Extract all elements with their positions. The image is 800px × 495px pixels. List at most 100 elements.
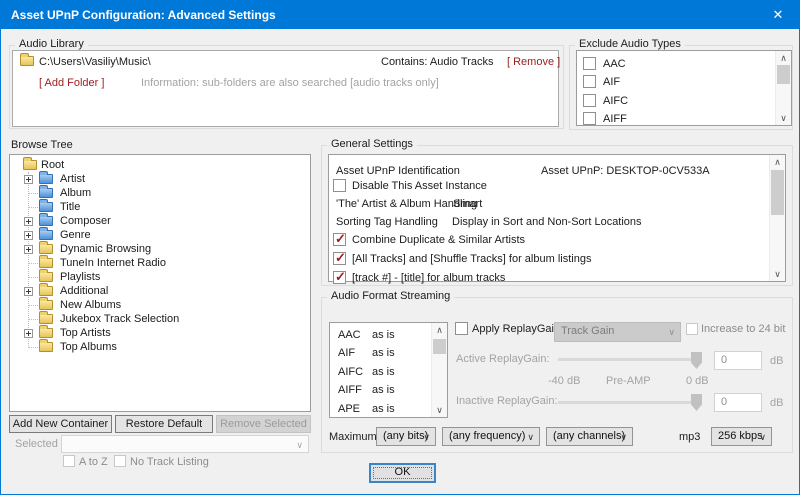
library-path[interactable]: C:\Users\Vasiliy\Music\ <box>39 55 151 69</box>
exclude-checkbox-aac[interactable] <box>583 57 596 70</box>
general-settings-legend: General Settings <box>327 138 417 150</box>
format-mode: as is <box>372 347 395 359</box>
sorting-value[interactable]: Display in Sort and Non-Sort Locations <box>452 215 642 229</box>
apply-replaygain-checkbox[interactable] <box>455 322 468 335</box>
scroll-up-icon[interactable]: ∧ <box>776 51 791 65</box>
add-new-container-button[interactable]: Add New Container <box>9 415 112 433</box>
format-name[interactable]: APE <box>338 402 360 416</box>
remove-link[interactable]: [ Remove ] <box>507 55 560 69</box>
format-name[interactable]: AIFF <box>338 383 362 397</box>
a-to-z-checkbox[interactable] <box>63 455 75 467</box>
increase-24bit-label: Increase to 24 bit <box>701 323 786 335</box>
exclude-checkbox-aifc[interactable] <box>583 94 596 107</box>
sorting-label: Sorting Tag Handling <box>336 216 438 228</box>
tree-connector-line <box>28 172 29 348</box>
exclude-item-label: AIFC <box>603 95 629 107</box>
mp3-label: mp3 <box>679 431 701 443</box>
library-contains: Contains: Audio Tracks <box>381 56 494 68</box>
tree-stub-line <box>28 193 38 194</box>
general-settings-scrollbar[interactable]: ∧ ∨ <box>769 155 785 281</box>
exclude-scrollbar[interactable]: ∧ ∨ <box>775 51 791 125</box>
combine-artists-label: Combine Duplicate & Similar Artists <box>352 234 526 246</box>
active-replaygain-value[interactable]: 0 <box>714 351 762 370</box>
folder-icon <box>39 269 53 282</box>
tree-stub-line <box>28 207 38 208</box>
browse-tree: Root Artist Album Title Composer Genre D… <box>9 154 311 412</box>
format-name[interactable]: AIFC <box>338 365 363 379</box>
inactive-replaygain-slider[interactable] <box>558 401 702 404</box>
max-bits-combobox[interactable]: (any bits) <box>376 427 436 446</box>
tree-item-label: Jukebox Track Selection <box>60 313 180 325</box>
expand-plus-icon[interactable] <box>24 231 33 240</box>
active-db-unit: dB <box>770 355 784 367</box>
folder-icon <box>39 227 53 240</box>
tree-item-label: Playlists <box>60 271 101 283</box>
tree-item-label: Artist <box>60 173 86 185</box>
no-track-listing-label: No Track Listing <box>130 456 209 468</box>
add-folder-link[interactable]: [ Add Folder ] <box>39 76 104 90</box>
inactive-db-unit: dB <box>770 397 784 409</box>
tree-item-label: Additional <box>60 285 109 297</box>
general-settings-panel: Asset UPnP Identification Asset UPnP: DE… <box>328 154 786 285</box>
scroll-down-icon[interactable]: ∨ <box>776 111 791 125</box>
ok-button[interactable]: OK <box>369 463 436 483</box>
restore-default-button[interactable]: Restore Default <box>115 415 213 433</box>
title-bar: Asset UPnP Configuration: Advanced Setti… <box>1 1 799 29</box>
all-tracks-checkbox[interactable] <box>333 250 346 266</box>
gain-mode-combobox[interactable]: Track Gain <box>554 322 681 342</box>
exclude-checkbox-aiff[interactable] <box>583 112 596 125</box>
audio-format-streaming-legend: Audio Format Streaming <box>327 290 455 302</box>
format-name[interactable]: AIF <box>338 346 355 360</box>
mp3-bitrate-combobox[interactable]: 256 kbps <box>711 427 772 446</box>
format-list: AAC as is AIF as is AIFC as is AIFF as i… <box>329 322 448 418</box>
all-tracks-label: [All Tracks] and [Shuffle Tracks] for al… <box>352 253 592 265</box>
format-mode: as is <box>372 366 395 378</box>
scroll-thumb[interactable] <box>771 170 784 215</box>
identification-label: Asset UPnP Identification <box>336 165 460 177</box>
tree-stub-line <box>28 263 38 264</box>
expand-plus-icon[interactable] <box>24 287 33 296</box>
tree-stub-line <box>28 277 38 278</box>
expand-plus-icon[interactable] <box>24 245 33 254</box>
inactive-replaygain-value[interactable]: 0 <box>714 393 762 412</box>
selected-combobox[interactable] <box>61 435 309 453</box>
increase-24bit-checkbox[interactable] <box>686 323 698 335</box>
scroll-down-icon[interactable]: ∨ <box>770 267 785 281</box>
tree-item-label: Album <box>60 187 92 199</box>
scroll-thumb[interactable] <box>777 65 790 84</box>
close-icon[interactable]: ✕ <box>757 1 799 29</box>
expand-plus-icon[interactable] <box>24 217 33 226</box>
no-track-listing-checkbox[interactable] <box>114 455 126 467</box>
active-replaygain-slider[interactable] <box>558 358 702 361</box>
exclude-item-label: AAC <box>603 58 626 70</box>
folder-icon <box>39 311 53 324</box>
selected-label: Selected <box>15 438 58 450</box>
disable-instance-checkbox[interactable] <box>333 179 346 192</box>
format-list-scrollbar[interactable]: ∧ ∨ <box>431 323 447 417</box>
track-title-checkbox[interactable] <box>333 269 346 285</box>
scale-min-label: -40 dB <box>548 375 581 387</box>
tree-stub-line <box>28 347 38 348</box>
scroll-thumb[interactable] <box>433 339 446 354</box>
tree-item-label: Genre <box>60 229 91 241</box>
window-title: Asset UPnP Configuration: Advanced Setti… <box>11 8 276 22</box>
folder-icon <box>39 241 53 254</box>
combine-artists-checkbox[interactable] <box>333 231 346 247</box>
scroll-up-icon[interactable]: ∧ <box>432 323 447 337</box>
expand-plus-icon[interactable] <box>24 175 33 184</box>
folder-icon <box>39 213 53 226</box>
max-channels-combobox[interactable]: (any channels) <box>546 427 633 446</box>
apply-replaygain-label: Apply ReplayGain <box>472 323 561 335</box>
the-handling-value[interactable]: Smart <box>453 197 482 211</box>
exclude-checkbox-aif[interactable] <box>583 75 596 88</box>
scroll-up-icon[interactable]: ∧ <box>770 155 785 169</box>
max-frequency-combobox[interactable]: (any frequency) <box>442 427 540 446</box>
format-name[interactable]: AAC <box>338 328 361 342</box>
track-title-label: [track #] - [title] for album tracks <box>352 272 506 284</box>
tree-item-label: Top Artists <box>60 327 111 339</box>
tree-item-label: Root <box>41 159 65 171</box>
scroll-down-icon[interactable]: ∨ <box>432 403 447 417</box>
remove-selected-button[interactable]: Remove Selected <box>216 415 311 433</box>
expand-plus-icon[interactable] <box>24 329 33 338</box>
tree-item-label: TuneIn Internet Radio <box>60 257 166 269</box>
